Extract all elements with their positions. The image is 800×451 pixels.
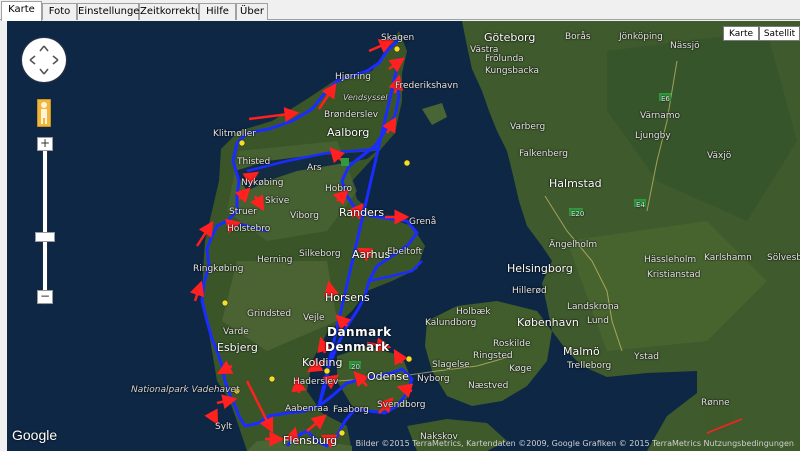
place-ringkobing: Ringkøbing — [193, 264, 244, 274]
place-skagen: Skagen — [381, 33, 415, 43]
place-koge: Køge — [509, 364, 532, 374]
place-vaxjo: Växjö — [707, 151, 732, 161]
place-angelholm: Ängelholm — [549, 240, 598, 250]
place-goteborg: Göteborg — [484, 31, 536, 44]
place-solvesborg: Sölvesborg — [767, 253, 800, 263]
place-hassleholm: Hässleholm — [644, 255, 697, 265]
place-varberg: Varberg — [510, 122, 546, 132]
pan-control[interactable] — [22, 38, 66, 82]
place-lund: Lund — [587, 316, 609, 326]
place-viborg: Viborg — [290, 211, 319, 221]
place-thisted: Thisted — [237, 157, 271, 167]
tab-foto[interactable]: Foto — [42, 3, 77, 20]
place-kalundborg: Kalundborg — [425, 318, 477, 328]
place-kobenhavn: København — [517, 316, 579, 329]
place-kungsbacka: Kungsbacka — [485, 66, 540, 76]
map-type-karte-button[interactable]: Karte — [723, 26, 759, 41]
place-varnamo: Värnamo — [640, 111, 681, 121]
place-silkeborg: Silkeborg — [299, 249, 341, 259]
place-struer: Struer — [229, 207, 257, 217]
place-landskrona: Landskrona — [567, 302, 620, 312]
pan-arrows-icon — [29, 45, 59, 75]
tab-karte[interactable]: Karte — [1, 1, 42, 21]
road-shield-20: 20 — [351, 363, 360, 371]
place-ystad: Ystad — [634, 352, 659, 362]
place-haderslev: Haderslev — [293, 377, 339, 387]
place-frederikshavn: Frederikshavn — [395, 81, 459, 91]
tab-einstellungen[interactable]: Einstellungen — [77, 3, 146, 20]
place-boras: Borås — [565, 32, 591, 42]
map-copyright: Bilder ©2015 TerraMetrics, Kartendaten ©… — [355, 439, 794, 448]
tab-hilfe[interactable]: Hilfe — [199, 3, 236, 20]
place-vadehavet: Nationalpark Vadehavet — [131, 385, 240, 395]
place-hjorring: Hjørring — [335, 72, 371, 82]
place-kristianstad: Kristianstad — [647, 270, 701, 280]
place-sylt: Sylt — [215, 422, 233, 432]
road-shield-e4: E4 — [636, 201, 645, 209]
place-slagelse: Slagelse — [432, 360, 470, 370]
place-danmark: Danmark — [327, 325, 392, 339]
place-ronne: Rønne — [701, 398, 730, 408]
place-nyborg: Nyborg — [417, 374, 450, 384]
place-frolunda: Frölunda — [485, 54, 524, 64]
zoom-in-button[interactable]: + — [37, 137, 53, 151]
place-jonkoping: Jönköping — [619, 32, 663, 42]
place-holstebro: Holstebro — [227, 224, 271, 234]
place-helsingborg: Helsingborg — [507, 262, 573, 275]
zoom-slider-track[interactable] — [43, 144, 47, 304]
place-randers: Randers — [339, 206, 385, 219]
place-aabenraa: Aabenraa — [285, 404, 329, 414]
place-holbaek: Holbæk — [456, 307, 491, 317]
place-grindsted: Grindsted — [247, 309, 292, 319]
tab-ueber[interactable]: Über — [236, 3, 268, 20]
place-malmo: Malmö — [563, 345, 600, 358]
map-view[interactable]: Göteborg Borås Jönköping Nässjö Västra F… — [7, 21, 800, 451]
place-svendborg: Svendborg — [377, 400, 426, 410]
road-shield-e6: E6 — [661, 95, 670, 103]
place-nassjo: Nässjö — [670, 41, 700, 51]
place-denmark: Denmark — [325, 340, 390, 354]
place-hillerod: Hillerød — [512, 286, 547, 296]
place-herning: Herning — [257, 255, 293, 265]
place-klitmoller: Klitmøller — [213, 129, 256, 139]
place-horsens: Horsens — [325, 291, 370, 304]
place-flensburg: Flensburg — [283, 434, 338, 447]
google-logo: Google — [12, 427, 58, 443]
place-ringsted: Ringsted — [473, 351, 513, 361]
place-ljungby: Ljungby — [635, 131, 671, 141]
place-bronderslev: Brønderslev — [324, 110, 379, 120]
place-vendsyssel: Vendsyssel — [343, 93, 388, 102]
tab-bar: Karte Foto Einstellungen Zeitkorrektur H… — [0, 0, 800, 21]
road-shield-e20: E20 — [571, 210, 585, 218]
place-varde: Varde — [223, 327, 249, 337]
zoom-out-button[interactable]: − — [37, 290, 53, 304]
tab-zeitkorrektur[interactable]: Zeitkorrektur — [139, 3, 205, 20]
place-odense: Odense — [367, 370, 409, 383]
place-esbjerg: Esbjerg — [217, 341, 258, 354]
place-naestved: Næstved — [468, 381, 509, 391]
place-ebeltoft: Ebeltoft — [387, 247, 423, 257]
place-vejle: Vejle — [303, 313, 325, 323]
place-aalborg: Aalborg — [327, 126, 370, 139]
map-type-satellit-button[interactable]: Satellit — [759, 26, 800, 41]
place-karlshamn: Karlshamn — [704, 253, 752, 263]
place-skive: Skive — [265, 196, 290, 206]
street-view-pegman-icon[interactable] — [37, 99, 51, 127]
place-halmstad: Halmstad — [549, 177, 602, 190]
place-nykobing: Nykøbing — [241, 178, 284, 188]
place-aarhus: Aarhus — [352, 248, 391, 261]
place-faaborg: Faaborg — [333, 405, 369, 415]
place-grena: Grenå — [409, 217, 437, 227]
place-roskilde: Roskilde — [493, 339, 531, 349]
place-kolding: Kolding — [302, 356, 343, 369]
place-hobro: Hobro — [325, 184, 352, 194]
zoom-slider-thumb[interactable] — [35, 232, 55, 242]
place-trelleborg: Trelleborg — [567, 361, 612, 371]
place-ars: Ars — [307, 163, 322, 173]
place-falkenberg: Falkenberg — [519, 149, 569, 159]
